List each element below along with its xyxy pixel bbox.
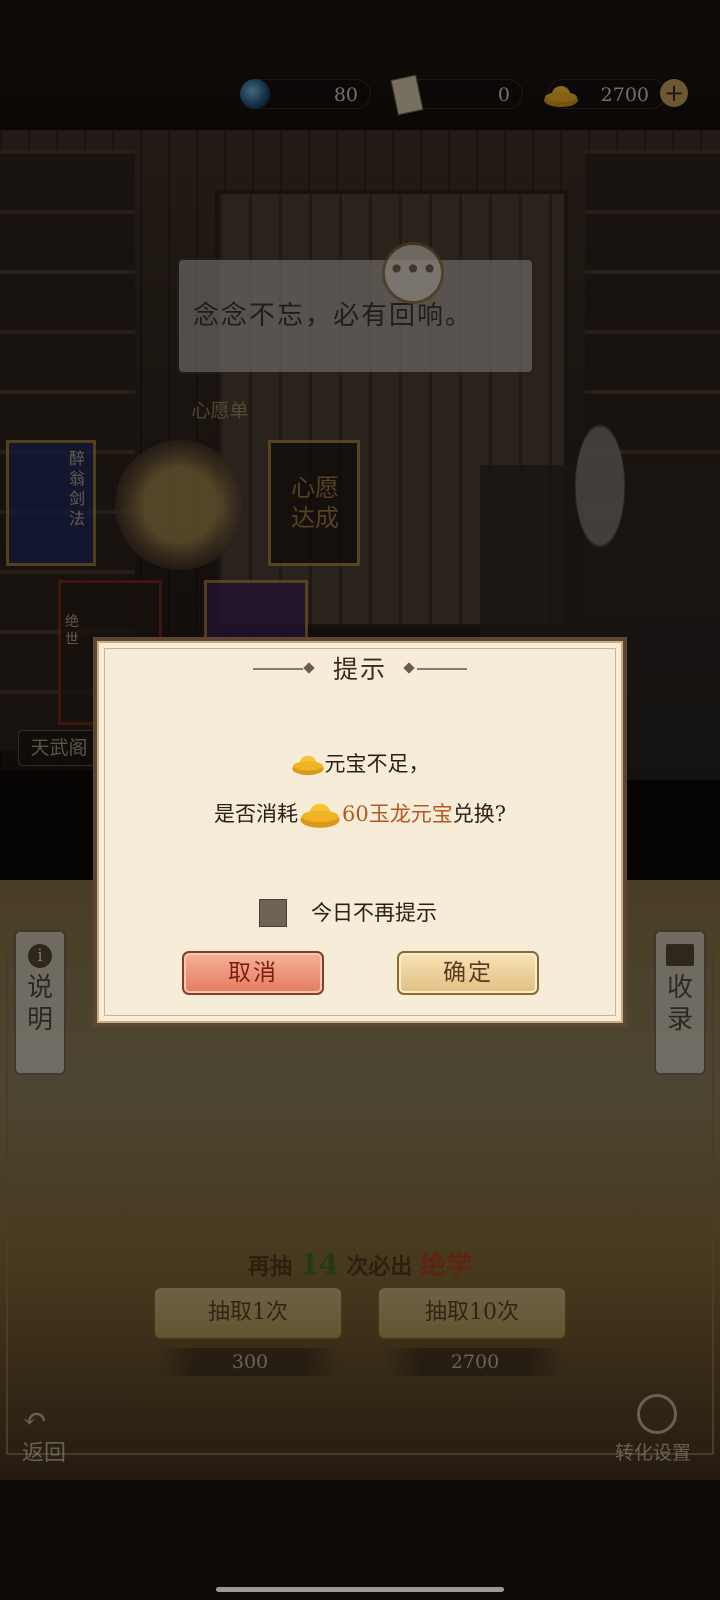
cancel-button[interactable]: 取消 [182,951,324,995]
dialog-message-line2: 是否消耗 60玉龙元宝兑换? [93,798,627,829]
confirm-button[interactable]: 确定 [397,951,539,995]
dialog-message-line1: 元宝不足， [93,748,627,778]
home-indicator[interactable] [216,1587,504,1592]
prompt-dialog [93,637,627,1027]
dont-remind-label[interactable]: 今日不再提示 [311,899,437,927]
dont-remind-checkbox[interactable] [259,899,287,927]
exchange-amount: 60玉龙元宝 [342,802,453,826]
nav-bar [0,1480,720,1600]
jade-dragon-ingot-icon [300,803,340,828]
gold-ingot-icon [291,755,324,776]
dialog-title: 提示 [332,655,387,684]
